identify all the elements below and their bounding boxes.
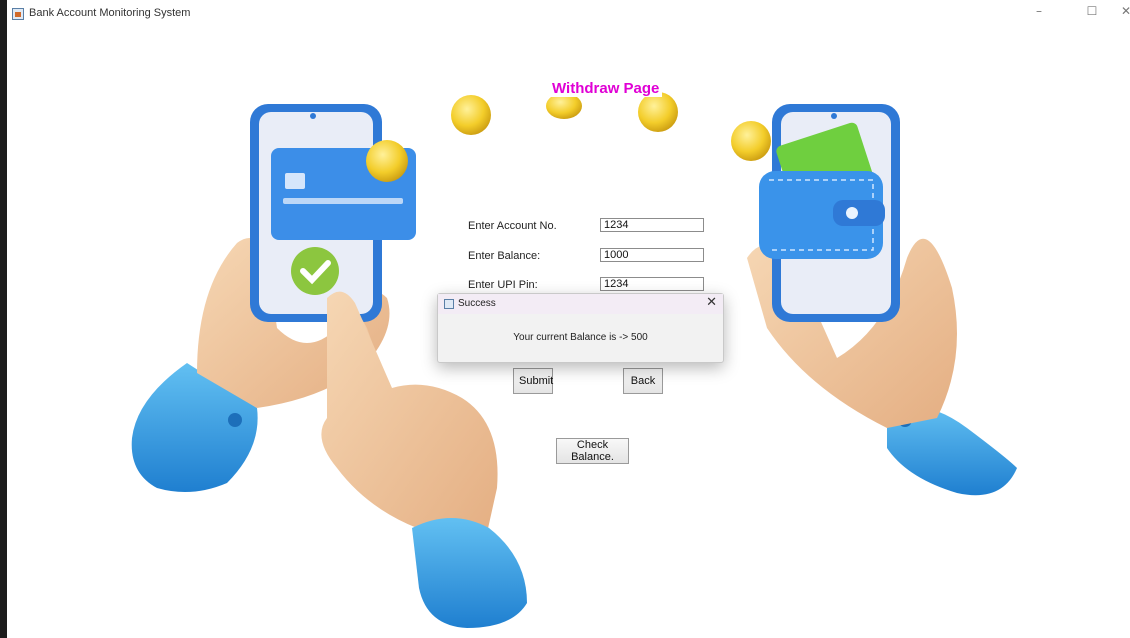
account-number-field[interactable] (600, 218, 704, 232)
maximize-button[interactable]: ☐ (1077, 4, 1107, 18)
window-title-bar: Bank Account Monitoring System – ☐ ✕ (7, 0, 1130, 28)
check-balance-button[interactable]: Check Balance. (556, 438, 629, 464)
submit-button[interactable]: Submit (513, 368, 553, 394)
upi-pin-label: Enter UPI Pin: (468, 279, 538, 291)
window-left-edge (0, 0, 7, 638)
page-title: Withdraw Page (549, 80, 663, 97)
balance-label: Enter Balance: (468, 250, 541, 262)
dialog-message: Your current Balance is -> 500 (513, 332, 648, 343)
minimize-button[interactable]: – (1024, 4, 1054, 18)
upi-pin-field[interactable] (600, 277, 704, 291)
dialog-app-icon (444, 299, 454, 309)
dialog-title-bar: Success ✕ (438, 294, 723, 314)
close-window-button[interactable]: ✕ (1111, 4, 1130, 18)
balance-field[interactable] (600, 248, 704, 262)
dialog-close-icon[interactable]: ✕ (706, 295, 717, 310)
back-button[interactable]: Back (623, 368, 663, 394)
success-dialog: Success ✕ Your current Balance is -> 500 (437, 293, 724, 363)
main-panel: Withdraw Page Enter Account No. Enter Ba… (7, 28, 1130, 638)
account-number-label: Enter Account No. (468, 220, 557, 232)
java-app-icon (12, 8, 24, 20)
coins-illustration (451, 92, 678, 135)
window-title: Bank Account Monitoring System (29, 7, 191, 19)
dialog-title: Success (458, 298, 496, 309)
